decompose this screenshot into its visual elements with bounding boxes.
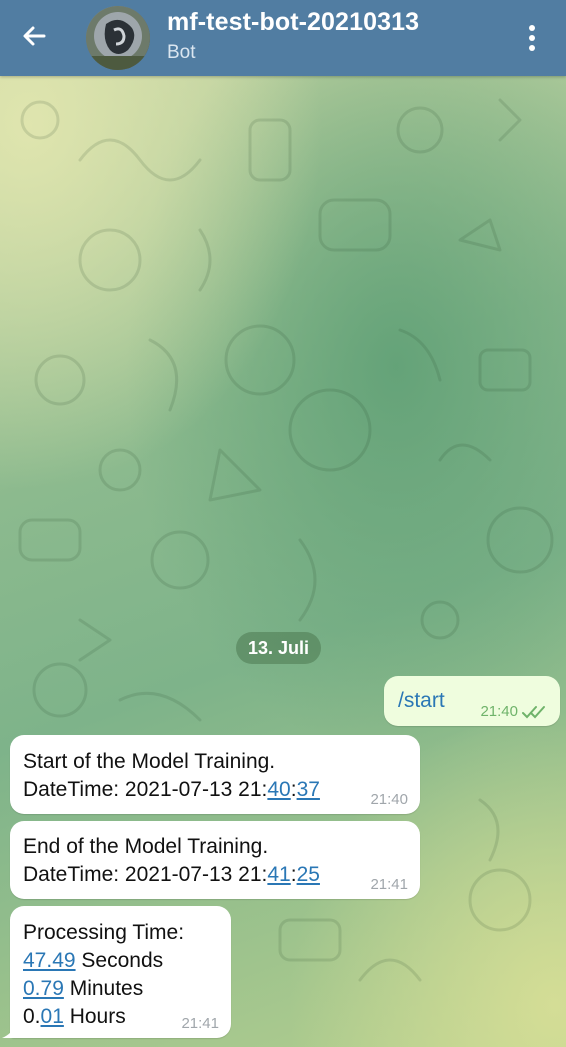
hours-prefix: 0. (23, 1005, 41, 1028)
outgoing-message[interactable]: /start 21:40 (384, 676, 560, 726)
message-time: 21:40 (480, 704, 546, 720)
message-line: DateTime: 2021-07-13 21:40:37 (23, 776, 420, 804)
minutes-link[interactable]: 0.79 (23, 977, 64, 1000)
message-time-text: 21:40 (480, 703, 518, 720)
message-line: End of the Model Training. (23, 835, 269, 858)
seconds-link[interactable]: 47.49 (23, 949, 76, 972)
date-separator: 13. Juli (236, 632, 322, 664)
chat-subtitle: Bot (167, 42, 196, 63)
datetime-prefix: DateTime: 2021-07-13 21: (23, 863, 268, 886)
second-link[interactable]: 37 (297, 778, 320, 801)
hours-label: Hours (63, 1005, 126, 1028)
message-line: 0.79 Minutes (23, 975, 231, 1003)
bubble-tail (2, 1022, 18, 1038)
minute-link[interactable]: 40 (267, 778, 290, 801)
message-line: 47.49 Seconds (23, 947, 231, 975)
arrow-left-icon (23, 26, 46, 46)
incoming-message[interactable]: End of the Model Training. DateTime: 202… (10, 821, 420, 899)
chat-title[interactable]: mf-test-bot-20210313 (167, 8, 419, 37)
message-time: 21:40 (370, 791, 408, 808)
message-time: 21:41 (370, 876, 408, 893)
message-line: Start of the Model Training. (23, 750, 276, 773)
seconds-label: Seconds (75, 949, 164, 972)
bot-avatar[interactable] (86, 6, 150, 70)
chat-header: mf-test-bot-20210313 Bot (0, 0, 566, 76)
incoming-message[interactable]: Start of the Model Training. DateTime: 2… (10, 735, 420, 814)
message-line: Processing Time: (23, 921, 185, 944)
double-check-icon (522, 706, 545, 719)
minutes-label: Minutes (63, 977, 144, 1000)
minute-link[interactable]: 41 (267, 863, 290, 886)
command-text[interactable]: /start (398, 689, 445, 712)
message-line: DateTime: 2021-07-13 21:41:25 (23, 861, 420, 889)
hours-link[interactable]: 01 (41, 1005, 64, 1028)
more-options-button[interactable] (512, 18, 552, 58)
back-button[interactable] (12, 14, 56, 58)
second-link[interactable]: 25 (297, 863, 320, 886)
more-vertical-icon (529, 25, 535, 51)
avatar-image (86, 6, 150, 70)
message-time: 21:41 (181, 1015, 219, 1032)
datetime-prefix: DateTime: 2021-07-13 21: (23, 778, 268, 801)
incoming-message[interactable]: Processing Time: 47.49 Seconds 0.79 Minu… (2, 906, 231, 1038)
